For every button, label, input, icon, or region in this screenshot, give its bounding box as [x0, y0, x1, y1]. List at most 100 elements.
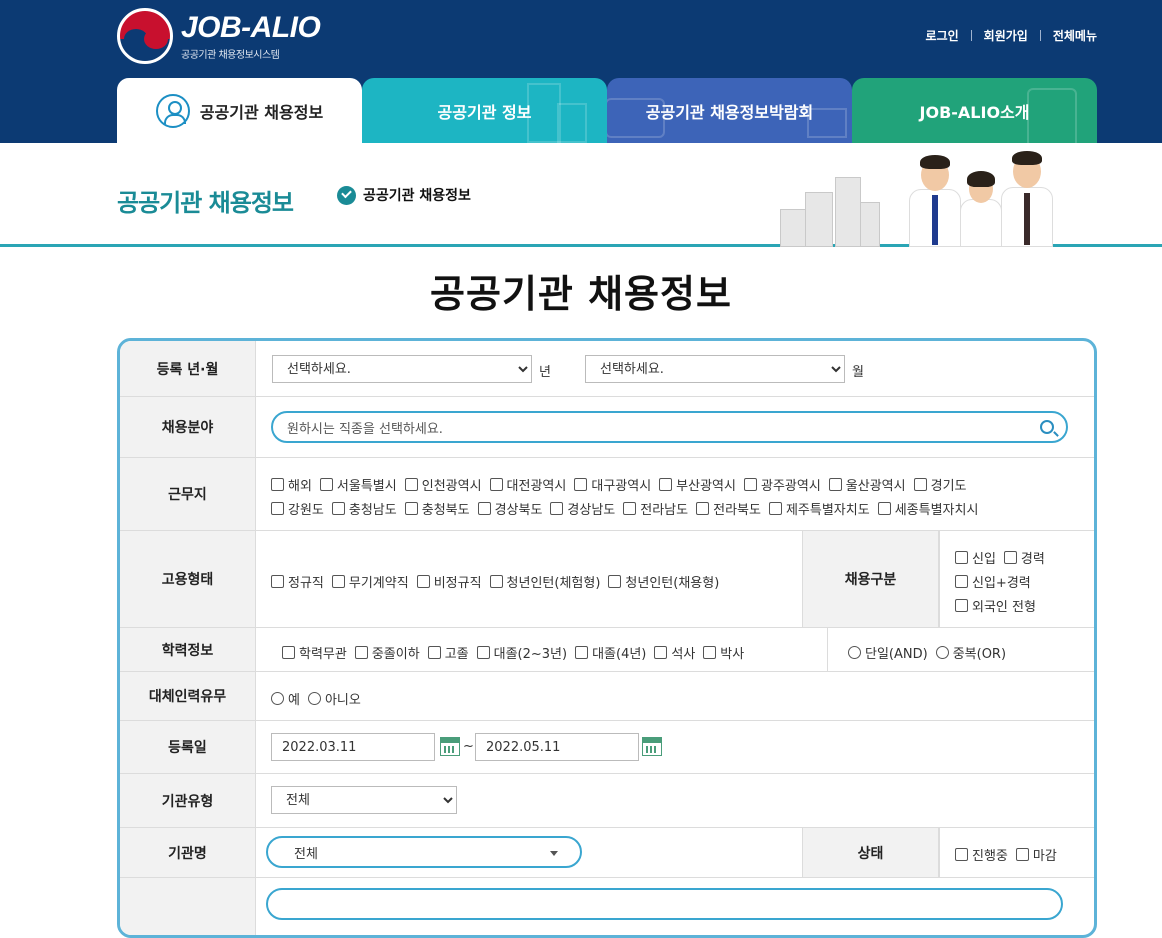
checkbox-hire-type[interactable]: 경력: [1003, 548, 1045, 567]
checkbox-education[interactable]: 고졸: [427, 643, 469, 662]
checkbox[interactable]: [659, 478, 673, 491]
checkbox[interactable]: [331, 502, 345, 515]
radio-button[interactable]: [848, 646, 861, 659]
year-select[interactable]: 선택하세요.: [272, 355, 532, 383]
checkbox[interactable]: [828, 478, 842, 491]
checkbox-location[interactable]: 울산광역시: [828, 475, 906, 494]
radio-button[interactable]: [271, 692, 284, 705]
keyword-input[interactable]: [266, 888, 1063, 920]
checkbox[interactable]: [404, 502, 418, 515]
checkbox[interactable]: [550, 502, 564, 515]
checkbox-education[interactable]: 박사: [703, 643, 744, 662]
checkbox[interactable]: [354, 646, 368, 659]
checkbox-location[interactable]: 광주광역시: [743, 475, 821, 494]
org-name-select[interactable]: 전체: [266, 836, 582, 868]
checkbox[interactable]: [489, 575, 503, 588]
checkbox-location[interactable]: 대전광역시: [489, 475, 566, 494]
row-label: 채용구분: [803, 531, 939, 627]
tab-about[interactable]: JOB-ALIO소개: [852, 78, 1097, 143]
checkbox[interactable]: [703, 646, 717, 659]
checkbox-location[interactable]: 전라남도: [623, 499, 688, 518]
checkbox[interactable]: [477, 502, 491, 515]
checkbox-hire-type[interactable]: 신입+경력: [955, 572, 1031, 591]
checkbox-education[interactable]: 석사: [654, 643, 695, 662]
checkbox-location[interactable]: 경상북도: [477, 499, 542, 518]
checkbox[interactable]: [404, 478, 418, 491]
checkbox-hire-type[interactable]: 외국인 전형: [955, 596, 1036, 615]
checkbox[interactable]: [282, 646, 295, 659]
checkbox-location[interactable]: 부산광역시: [659, 475, 736, 494]
checkbox-location[interactable]: 인천광역시: [404, 475, 482, 494]
checkbox[interactable]: [271, 502, 284, 515]
checkbox[interactable]: [608, 575, 622, 588]
checkbox-education[interactable]: 대졸(2~3년): [476, 643, 567, 662]
logo[interactable]: JOB-ALIO 공공기관 채용정보시스템: [117, 8, 321, 64]
org-type-select[interactable]: 전체: [271, 786, 457, 814]
checkbox[interactable]: [955, 848, 968, 861]
checkbox-location[interactable]: 서울특별시: [319, 475, 397, 494]
checkbox[interactable]: [696, 502, 710, 515]
checkbox[interactable]: [768, 502, 782, 515]
checkbox-education[interactable]: 학력무관: [282, 643, 347, 662]
checkbox[interactable]: [489, 478, 503, 491]
checkbox-education[interactable]: 중졸이하: [354, 643, 420, 662]
checkbox-hire-type[interactable]: 신입: [955, 548, 996, 567]
checkbox[interactable]: [271, 575, 284, 588]
checkbox[interactable]: [271, 478, 284, 491]
tab-recruitment[interactable]: 공공기관 채용정보: [117, 78, 362, 143]
checkbox[interactable]: [574, 478, 588, 491]
checkbox[interactable]: [913, 478, 927, 491]
section-title: 공공기관 채용정보: [117, 189, 294, 217]
all-menu-link[interactable]: 전체메뉴: [1053, 27, 1097, 44]
checkbox[interactable]: [416, 575, 430, 588]
education-mode-options: 단일(AND) 중복(OR): [848, 643, 1014, 662]
radio-button[interactable]: [935, 646, 949, 659]
radio-button[interactable]: [307, 692, 321, 705]
checkbox-location[interactable]: 경기도: [913, 475, 967, 494]
checkbox-employment[interactable]: 청년인턴(체험형): [489, 572, 600, 591]
breadcrumb-label: 공공기관 채용정보: [363, 188, 471, 204]
checkbox[interactable]: [575, 646, 589, 659]
radio-education-mode[interactable]: 단일(AND): [848, 643, 928, 662]
checkbox-location[interactable]: 해외: [271, 475, 312, 494]
checkbox-employment[interactable]: 무기계약직: [331, 572, 409, 591]
checkbox-status[interactable]: 마감: [1015, 845, 1057, 864]
checkbox-employment[interactable]: 청년인턴(채용형): [608, 572, 719, 591]
signup-link[interactable]: 회원가입: [984, 27, 1028, 44]
row-org-type: 기관유형 전체: [120, 774, 1094, 828]
job-field-input[interactable]: 원하시는 직종을 선택하세요.: [271, 411, 1068, 443]
date-to-input[interactable]: 2022.05.11: [475, 733, 639, 761]
checkbox-location[interactable]: 대구광역시: [574, 475, 651, 494]
calendar-icon[interactable]: [440, 737, 460, 756]
checkbox[interactable]: [427, 646, 441, 659]
radio-education-mode[interactable]: 중복(OR): [935, 643, 1006, 662]
search-icon[interactable]: [1040, 420, 1054, 434]
tab-job-fair[interactable]: 공공기관 채용정보박람회: [607, 78, 852, 143]
checkbox-employment[interactable]: 비정규직: [416, 572, 482, 591]
checkbox[interactable]: [877, 502, 891, 515]
checkbox[interactable]: [476, 646, 490, 659]
date-from-input[interactable]: 2022.03.11: [271, 733, 435, 761]
checkbox-location[interactable]: 경상남도: [550, 499, 615, 518]
checkbox[interactable]: [654, 646, 668, 659]
checkbox[interactable]: [1015, 848, 1029, 861]
checkbox-location[interactable]: 강원도: [271, 499, 324, 518]
checkbox-employment[interactable]: 정규직: [271, 572, 324, 591]
checkbox[interactable]: [623, 502, 637, 515]
checkbox[interactable]: [743, 478, 757, 491]
checkbox-location[interactable]: 세종특별자치시: [877, 499, 978, 518]
tab-org-info[interactable]: 공공기관 정보: [362, 78, 607, 143]
checkbox-location[interactable]: 제주특별자치도: [768, 499, 870, 518]
checkbox-location[interactable]: 충청북도: [404, 499, 470, 518]
login-link[interactable]: 로그인: [926, 27, 959, 44]
calendar-icon[interactable]: [642, 737, 662, 756]
checkbox-status[interactable]: 진행중: [955, 845, 1008, 864]
checkbox-education[interactable]: 대졸(4년): [575, 643, 646, 662]
checkbox[interactable]: [319, 478, 333, 491]
month-select[interactable]: 선택하세요.: [585, 355, 845, 383]
radio-substitute[interactable]: 예: [271, 689, 300, 708]
radio-substitute[interactable]: 아니오: [307, 689, 361, 708]
checkbox-location[interactable]: 충청남도: [331, 499, 397, 518]
checkbox[interactable]: [331, 575, 345, 588]
checkbox-location[interactable]: 전라북도: [696, 499, 761, 518]
